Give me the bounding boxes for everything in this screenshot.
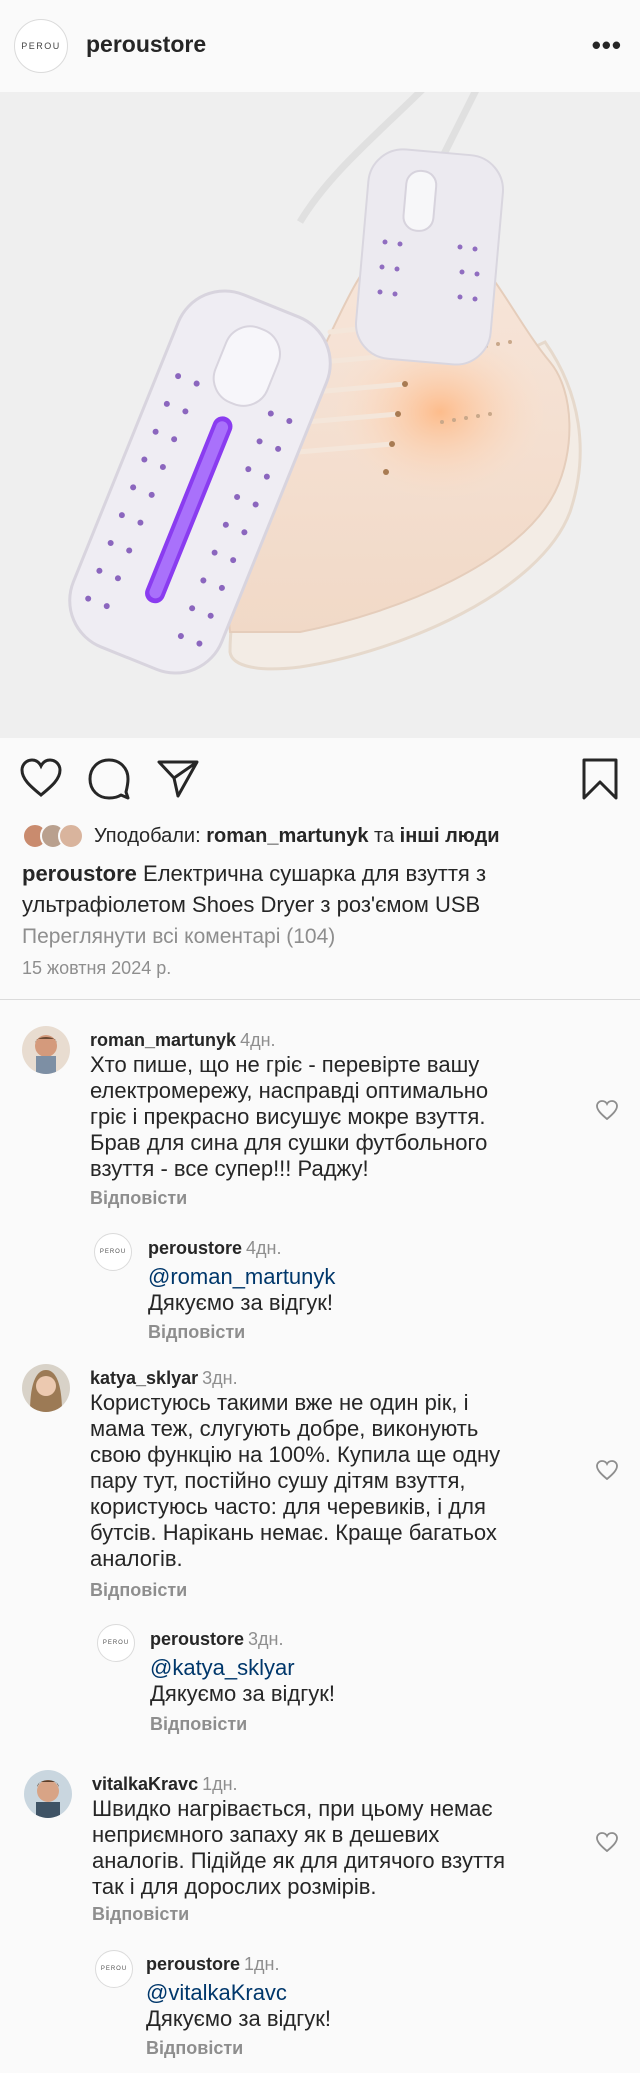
comment-username[interactable]: katya_sklyar 3дн. bbox=[90, 1368, 238, 1389]
post-actions bbox=[0, 752, 640, 808]
likes-others[interactable]: інші люди bbox=[400, 825, 500, 848]
reply-button[interactable]: Відповісти bbox=[148, 1322, 245, 1343]
comment: vitalkaKravc 1дн. Швидко нагрівається, пр… bbox=[0, 1764, 640, 2064]
commenter-avatar[interactable] bbox=[22, 1364, 70, 1412]
reply-text: @vitalkaKravc Дякуємо за відгук! bbox=[146, 1980, 331, 2031]
like-comment-icon[interactable] bbox=[596, 1100, 618, 1120]
share-icon[interactable] bbox=[157, 758, 199, 798]
post-header: PEROU peroustore ••• bbox=[0, 0, 640, 92]
post-caption: peroustore Електрична сушарка для взуття… bbox=[22, 858, 622, 920]
reply-mention[interactable]: @vitalkaKravc bbox=[146, 1980, 331, 2006]
reply-time: 4дн. bbox=[246, 1238, 282, 1258]
shoe-dryer-illustration bbox=[68, 92, 582, 675]
caption-username[interactable]: peroustore bbox=[22, 861, 137, 886]
comment-time: 4дн. bbox=[240, 1030, 276, 1050]
reply-text: @katya_sklyar Дякуємо за відгук! bbox=[150, 1655, 335, 1706]
likes-line: Уподобали: roman_martunyk та інші люди bbox=[22, 818, 500, 854]
commenter-avatar[interactable] bbox=[22, 1026, 70, 1074]
comment: roman_martunyk 4дн. Хто пише, що не гріє … bbox=[0, 1020, 640, 1342]
reply-button[interactable]: Відповісти bbox=[90, 1580, 187, 1601]
liker-avatar bbox=[58, 823, 84, 849]
comment-text: Хто пише, що не гріє - перевірте вашу еле… bbox=[90, 1052, 489, 1181]
reply-button[interactable]: Відповісти bbox=[150, 1714, 247, 1735]
reply-text: @roman_martunyk Дякуємо за відгук! bbox=[148, 1264, 336, 1315]
comment-text: Користуюсь такими вже не один рік, і мама… bbox=[90, 1390, 501, 1571]
reply-time: 1дн. bbox=[244, 1954, 280, 1974]
comment-text: Швидко нагрівається, при цьому немає непр… bbox=[92, 1796, 506, 1899]
reply-username[interactable]: peroustore 3дн. bbox=[150, 1629, 284, 1650]
like-comment-icon[interactable] bbox=[596, 1460, 618, 1480]
store-avatar[interactable]: PEROU bbox=[14, 19, 68, 73]
like-comment-icon[interactable] bbox=[596, 1832, 618, 1852]
post-date: 15 жовтня 2024 р. bbox=[22, 958, 172, 978]
comment-time: 1дн. bbox=[202, 1774, 238, 1794]
reply-mention[interactable]: @katya_sklyar bbox=[150, 1655, 335, 1681]
reply-time: 3дн. bbox=[248, 1629, 284, 1649]
reply-avatar[interactable]: PEROU bbox=[97, 1624, 135, 1662]
reply-button[interactable]: Відповісти bbox=[146, 2038, 243, 2059]
heart-icon[interactable] bbox=[20, 758, 62, 798]
bookmark-icon[interactable] bbox=[580, 758, 620, 800]
likes-and: та bbox=[374, 824, 395, 847]
comment-time: 3дн. bbox=[202, 1368, 238, 1388]
comment: katya_sklyar 3дн. Користуюсь такими вже н… bbox=[0, 1358, 640, 1738]
comment-username[interactable]: vitalkaKravc 1дн. bbox=[92, 1774, 238, 1795]
commenter-avatar[interactable] bbox=[24, 1770, 72, 1818]
reply-mention[interactable]: @roman_martunyk bbox=[148, 1264, 335, 1290]
likes-prefix: Уподобали: bbox=[94, 824, 201, 847]
reply-username[interactable]: peroustore 4дн. bbox=[148, 1238, 282, 1259]
post-username[interactable]: peroustore bbox=[86, 31, 206, 58]
divider bbox=[0, 999, 640, 1000]
reply-avatar[interactable]: PEROU bbox=[94, 1233, 132, 1271]
likes-user[interactable]: roman_martunyk bbox=[206, 825, 368, 848]
post-image[interactable] bbox=[0, 92, 640, 738]
reply-avatar[interactable]: PEROU bbox=[95, 1950, 133, 1988]
more-options-icon[interactable]: ••• bbox=[592, 30, 622, 61]
reply-username[interactable]: peroustore 1дн. bbox=[146, 1954, 280, 1975]
liker-avatars[interactable] bbox=[22, 823, 84, 849]
comment-icon[interactable] bbox=[88, 758, 130, 800]
view-all-comments-link[interactable]: Переглянути всі коментарі (104) bbox=[22, 925, 335, 949]
comment-username[interactable]: roman_martunyk 4дн. bbox=[90, 1030, 276, 1051]
reply-button[interactable]: Відповісти bbox=[92, 1904, 189, 1925]
reply-button[interactable]: Відповісти bbox=[90, 1188, 187, 1209]
